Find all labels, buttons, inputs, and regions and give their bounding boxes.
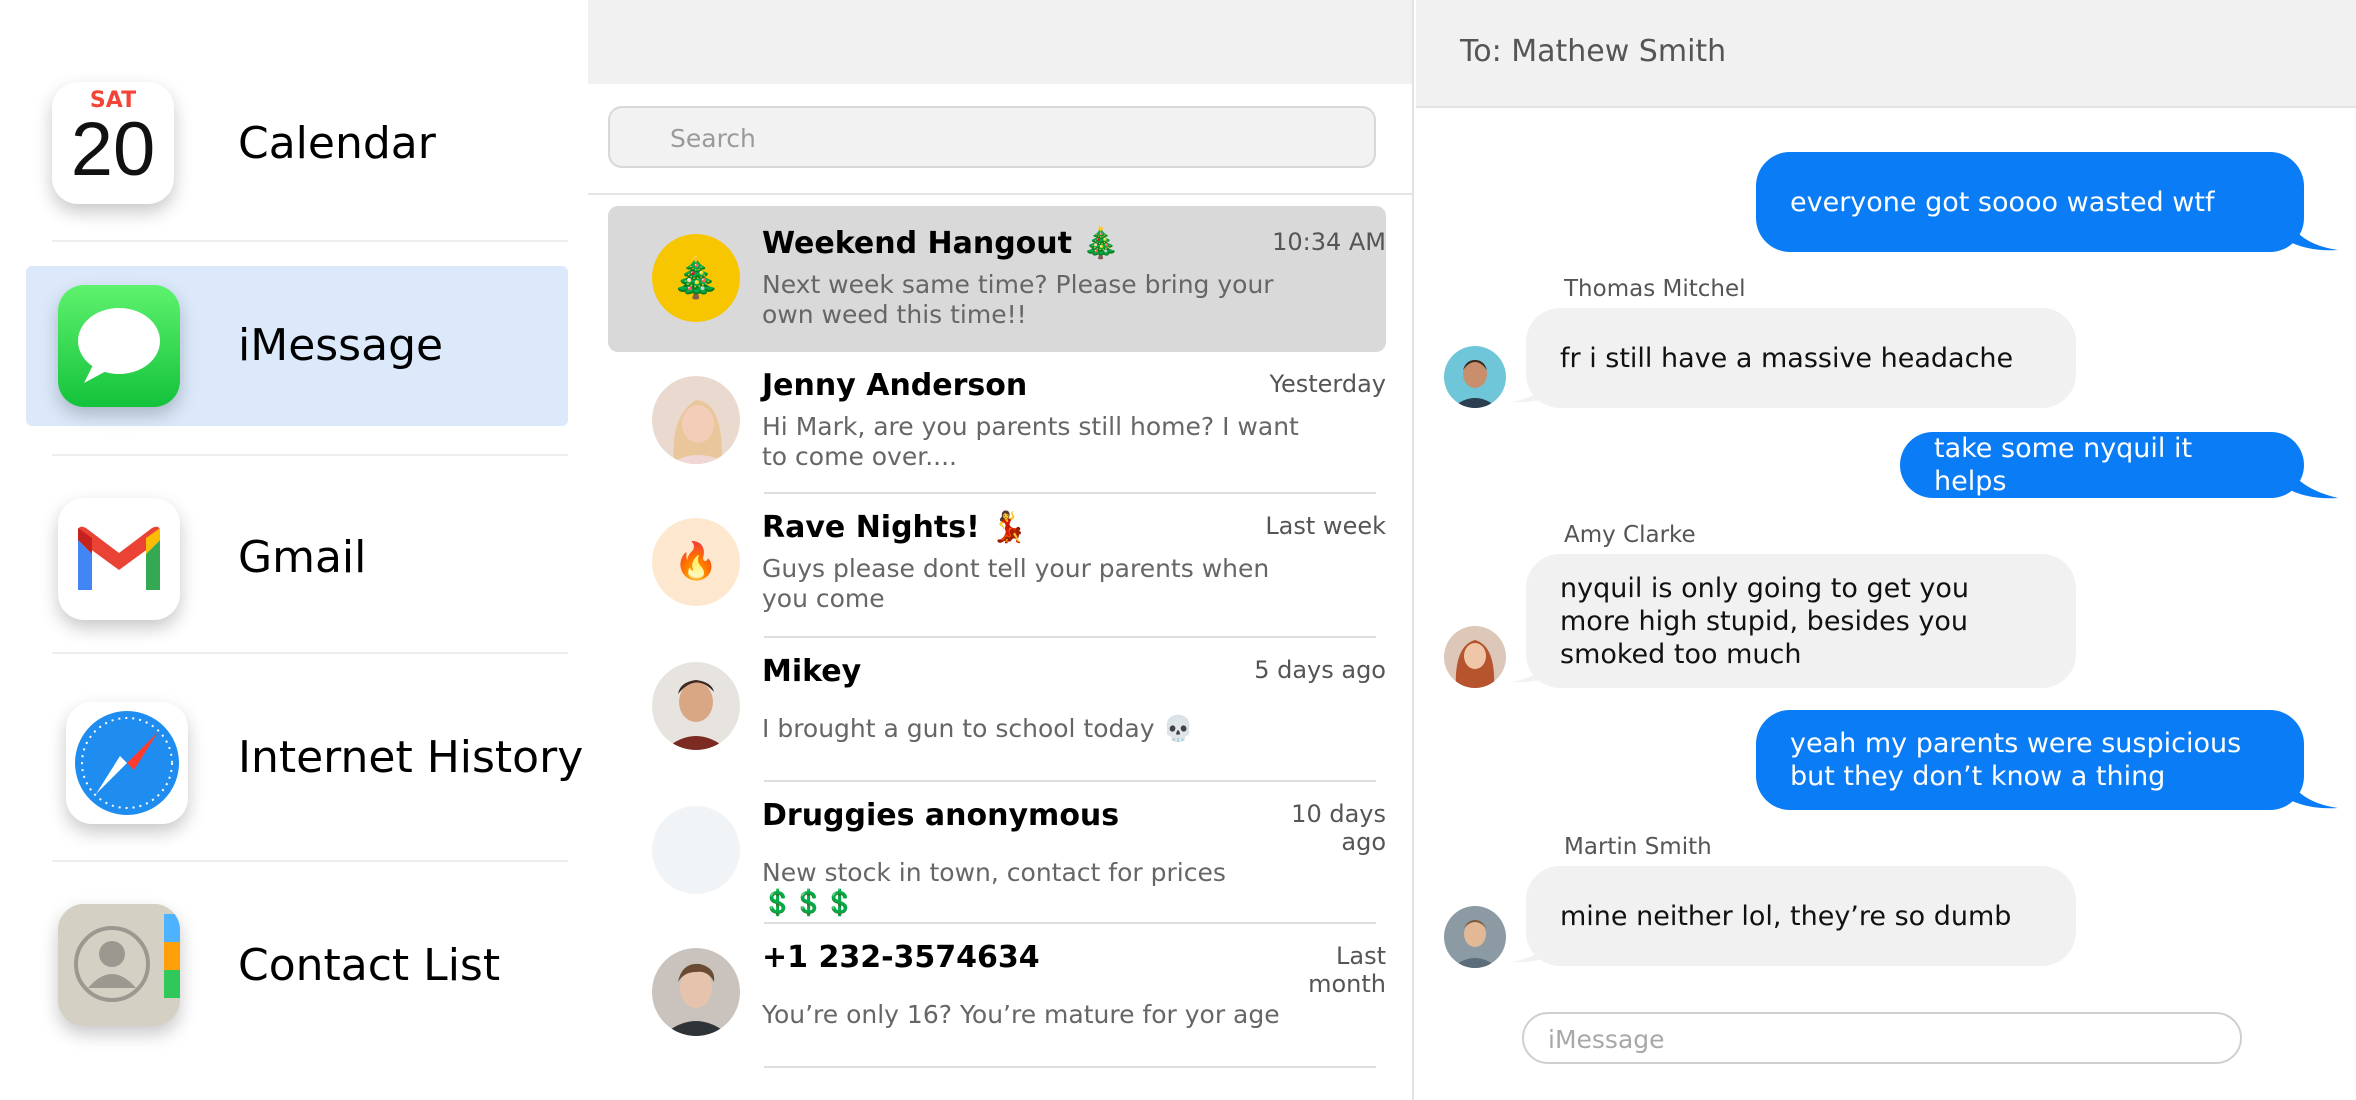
app-divider <box>52 860 568 862</box>
conversation-preview: Guys please dont tell your parents when … <box>762 554 1270 613</box>
app-label-internet-history: Internet History <box>238 732 584 783</box>
group-avatar: 🔥 <box>652 518 740 606</box>
message-input[interactable] <box>1548 1022 2208 1056</box>
conversation-item[interactable]: Druggies anonymous 10 days ago New stock… <box>608 778 1386 924</box>
conversation-name: Mikey <box>762 654 862 689</box>
conversation-item[interactable]: 🎄 Weekend Hangout 🎄 10:34 AM Next week s… <box>608 206 1386 352</box>
search-input[interactable] <box>670 120 1330 156</box>
conversation-preview: Hi Mark, are you parents still home? I w… <box>762 412 1299 471</box>
app-internet-history[interactable]: Internet History <box>26 688 583 848</box>
message-text: yeah my parents were suspicious but they… <box>1790 728 2242 792</box>
group-avatar: 🎄 <box>652 234 740 322</box>
imessage-icon <box>58 285 180 407</box>
chat-header: To: Mathew Smith <box>1416 0 2356 108</box>
app-divider <box>52 454 568 456</box>
message-text: take some nyquil it helps <box>1934 433 2193 497</box>
conversation-preview: Next week same time? Please bring your o… <box>762 270 1274 329</box>
outgoing-message: take some nyquil it helps <box>1900 432 2304 498</box>
message-compose-field[interactable] <box>1522 1012 2242 1064</box>
search-field[interactable] <box>608 106 1376 168</box>
conversation-preview: New stock in town, contact for prices 💲💲… <box>762 858 1226 917</box>
conversation-name: +1 232-3574634 <box>762 940 1040 975</box>
avatar <box>652 376 740 464</box>
conversation-time: 10 days ago <box>1291 800 1386 856</box>
outgoing-message: yeah my parents were suspicious but they… <box>1756 710 2304 810</box>
fire-icon: 🔥 <box>673 541 719 582</box>
app-calendar[interactable]: SAT 20 Calendar <box>26 72 568 222</box>
sender-name: Martin Smith <box>1564 834 1712 860</box>
list-header <box>588 0 1412 84</box>
conversation-name: Druggies anonymous <box>762 798 1120 833</box>
message-text: mine neither lol, they’re so dumb <box>1560 900 2012 932</box>
avatar <box>652 662 740 750</box>
sender-avatar <box>1444 626 1506 688</box>
sender-avatar <box>1444 906 1506 968</box>
safari-compass-icon <box>66 702 188 824</box>
conversation-name: Jenny Anderson <box>762 368 1028 403</box>
message-text: fr i still have a massive headache <box>1560 342 2014 374</box>
app-divider <box>52 652 568 654</box>
tree-icon: 🎄 <box>671 255 721 301</box>
outgoing-message: everyone got soooo wasted wtf <box>1756 152 2304 252</box>
recipient-label: To: Mathew Smith <box>1460 34 1727 69</box>
app-imessage[interactable]: iMessage <box>26 266 568 426</box>
conversation-item[interactable]: Jenny Anderson Yesterday Hi Mark, are yo… <box>608 348 1386 494</box>
conversation-time: 5 days ago <box>1254 656 1386 684</box>
conversation-item[interactable]: +1 232-3574634 Last month You’re only 16… <box>608 920 1386 1066</box>
conversation-divider <box>764 1066 1376 1068</box>
gmail-icon <box>58 498 180 620</box>
conversation-name: Weekend Hangout 🎄 <box>762 226 1120 261</box>
sender-name: Thomas Mitchel <box>1564 276 1746 302</box>
sender-avatar <box>1444 346 1506 408</box>
app-contact-list[interactable]: Contact List <box>26 896 568 1056</box>
app-divider <box>52 240 568 242</box>
empty-avatar <box>652 806 740 894</box>
conversation-item[interactable]: Mikey 5 days ago I brought a gun to scho… <box>608 634 1386 780</box>
message-text: everyone got soooo wasted wtf <box>1790 186 2215 218</box>
conversation-preview: I brought a gun to school today 💀 <box>762 714 1194 743</box>
conversation-item[interactable]: 🔥 Rave Nights! 💃 Last week Guys please d… <box>608 490 1386 636</box>
incoming-message: mine neither lol, they’re so dumb <box>1526 866 2076 966</box>
bubble-tail <box>2286 462 2338 499</box>
app-list: SAT 20 Calendar iMessage Gmail Internet … <box>0 0 588 1100</box>
conversation-time: Last month <box>1308 942 1386 998</box>
sender-name: Amy Clarke <box>1564 522 1696 548</box>
list-divider <box>588 193 1412 195</box>
contacts-icon <box>58 904 180 1026</box>
calendar-icon: SAT 20 <box>52 82 174 204</box>
app-label-imessage: iMessage <box>238 320 444 371</box>
message-text: nyquil is only going to get you more hig… <box>1560 572 1969 670</box>
avatar <box>652 948 740 1036</box>
conversation-time: Yesterday <box>1269 370 1386 398</box>
conversation-preview: You’re only 16? You’re mature for yor ag… <box>762 1000 1280 1029</box>
app-gmail[interactable]: Gmail <box>26 484 568 634</box>
conversation-time: Last week <box>1265 512 1386 540</box>
app-label-gmail: Gmail <box>238 532 367 583</box>
app-label-calendar: Calendar <box>238 118 436 169</box>
app-label-contact-list: Contact List <box>238 940 501 991</box>
calendar-day-number: 20 <box>70 107 156 192</box>
conversation-list-pane: 🎄 Weekend Hangout 🎄 10:34 AM Next week s… <box>588 0 1414 1100</box>
incoming-message: fr i still have a massive headache <box>1526 308 2076 408</box>
bubble-tail <box>2286 772 2338 809</box>
conversation-name: Rave Nights! 💃 <box>762 510 1028 545</box>
incoming-message: nyquil is only going to get you more hig… <box>1526 554 2076 688</box>
conversation-time: 10:34 AM <box>1272 228 1386 256</box>
bubble-tail <box>2286 214 2338 251</box>
chat-pane: To: Mathew Smith everyone got soooo wast… <box>1416 0 2356 1100</box>
